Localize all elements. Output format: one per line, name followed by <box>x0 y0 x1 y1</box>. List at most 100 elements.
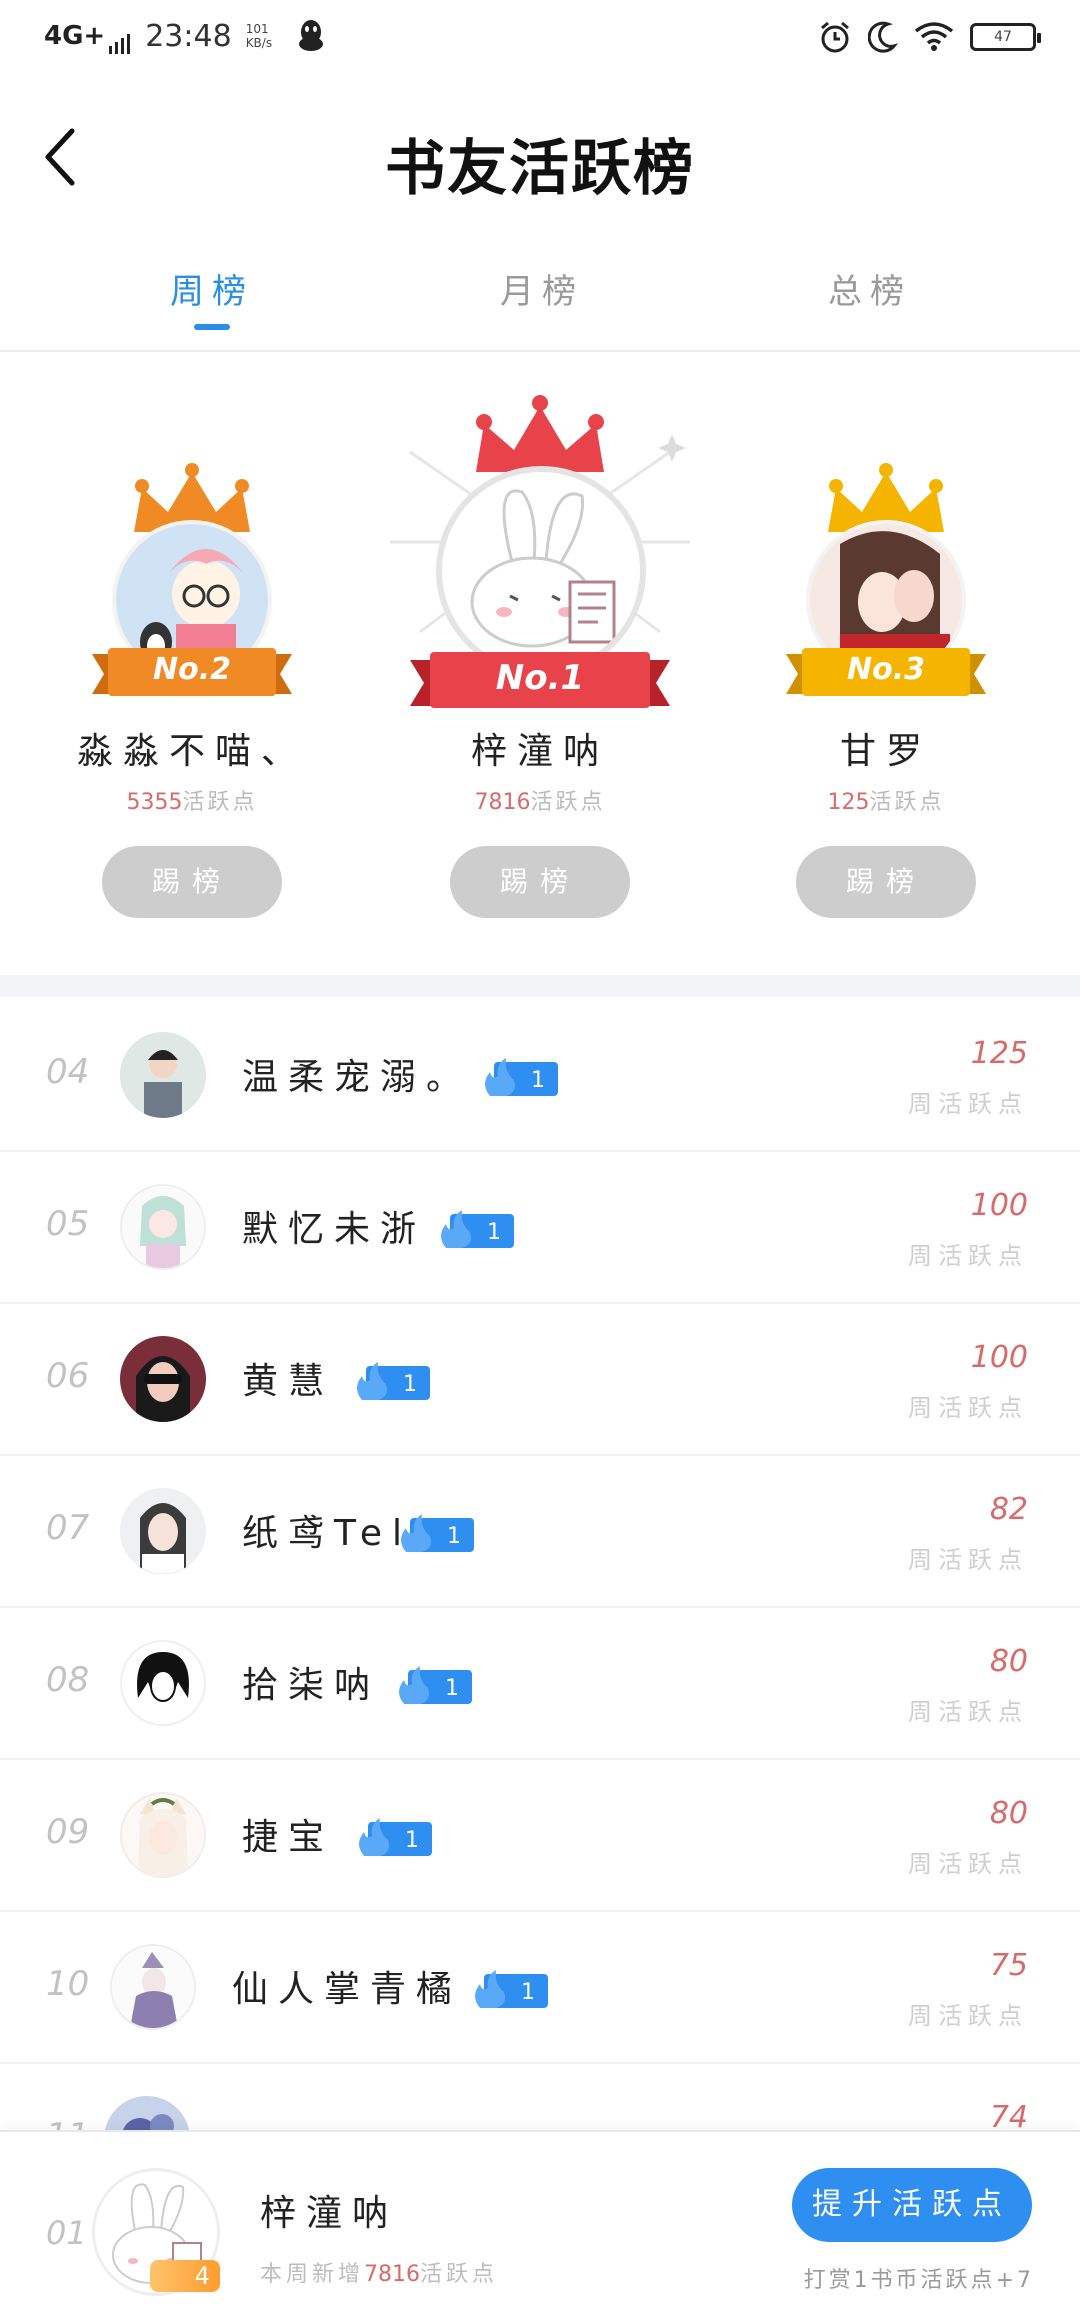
avatar-illustration <box>120 1336 206 1422</box>
avatar[interactable] <box>104 2096 190 2130</box>
podium-avatar[interactable] <box>436 466 646 676</box>
my-level-number: 4 <box>194 2262 210 2290</box>
avatar[interactable] <box>120 1640 206 1726</box>
rank-number: 11 <box>46 2116 89 2130</box>
score-value: 80 <box>989 1796 1028 1831</box>
level-number: 1 <box>521 1980 535 2005</box>
level-badge: 1 <box>485 1058 558 1096</box>
list-item[interactable]: 04 温柔宠溺。 1 125 周活跃点 <box>0 1000 1080 1152</box>
avatar-illustration <box>122 1794 204 1876</box>
podium-name: 甘罗 <box>839 731 932 772</box>
avatar-illustration <box>112 1946 194 2028</box>
list-item[interactable]: 06 黄慧 1 100 周活跃点 <box>0 1304 1080 1456</box>
avatar-illustration <box>120 1488 206 1574</box>
rank-label: No.1 <box>495 658 585 698</box>
rank-number: 05 <box>46 1204 90 1244</box>
podium: No.2 淼淼不喵、 5355活跃点 踢榜 No.1 梓潼呐 7816活跃点 踢… <box>0 352 1080 972</box>
section-divider <box>0 975 1080 997</box>
avatar-illustration <box>122 1642 204 1724</box>
kick-button[interactable]: 踢榜 <box>796 846 976 918</box>
list-item[interactable]: 07 纸鸢Tel 1 82 周活跃点 <box>0 1456 1080 1608</box>
my-gain-suffix: 活跃点 <box>420 2262 499 2287</box>
tab-active-indicator <box>194 324 230 330</box>
boost-hint: 打赏1书币活跃点+7 <box>803 2268 1034 2293</box>
score-value: 100 <box>970 1340 1028 1375</box>
list-item[interactable]: 10 仙人掌青橘 1 75 周活跃点 <box>0 1912 1080 2064</box>
my-level-badge: 4 <box>150 2260 220 2292</box>
my-weekly-gain: 本周新增7816活跃点 <box>260 2256 498 2288</box>
score-label: 周活跃点 <box>908 1090 1028 1118</box>
user-name: 黄慧 <box>242 1361 335 1402</box>
kick-button[interactable]: 踢榜 <box>450 846 630 918</box>
list-item[interactable]: 05 默忆未浙 1 100 周活跃点 <box>0 1152 1080 1304</box>
net-speed-value: 101 <box>245 22 269 36</box>
boost-activity-button[interactable]: 提升活跃点 <box>792 2168 1032 2242</box>
podium-second: No.2 淼淼不喵、 5355活跃点 踢榜 <box>42 352 342 972</box>
avatar[interactable] <box>120 1032 206 1118</box>
podium-score-unit: 活跃点 <box>530 790 606 815</box>
score-label: 周活跃点 <box>908 1850 1028 1878</box>
my-rank-number: 01 <box>46 2214 87 2252</box>
avatar[interactable] <box>120 1792 206 1878</box>
net-speed-unit: KB/s <box>245 36 273 50</box>
level-number: 1 <box>487 1220 501 1245</box>
user-name: 默忆未浙 <box>242 1209 427 1250</box>
tab-monthly[interactable]: 月榜 <box>432 264 652 313</box>
score-label: 周活跃点 <box>908 1546 1028 1574</box>
my-rank-bar: 01 4 梓潼呐 本周新增7816活跃点 提升活跃点 打赏1书币活跃点+7 <box>0 2130 1080 2318</box>
tab-total[interactable]: 总榜 <box>760 264 980 313</box>
ranking-list[interactable]: 04 温柔宠溺。 1 125 周活跃点 05 默忆未浙 1 100 周活跃点 0… <box>0 1000 1080 2130</box>
my-gain-prefix: 本周新增 <box>260 2262 365 2287</box>
level-badge: 1 <box>475 1970 548 2008</box>
tab-weekly[interactable]: 周榜 <box>102 264 322 313</box>
score-label: 周活跃点 <box>908 1698 1028 1726</box>
my-gain-value: 7816 <box>364 2262 421 2287</box>
net-speed: 101 KB/s <box>246 22 282 50</box>
rabbit-avatar-illustration <box>470 489 616 648</box>
clock: 23:48 <box>145 18 232 54</box>
user-name: 纸鸢Tel <box>242 1513 413 1554</box>
avatar[interactable] <box>120 1488 206 1574</box>
level-number: 1 <box>445 1676 459 1701</box>
list-item[interactable]: 11 74 <box>0 2064 1080 2130</box>
podium-score-unit: 活跃点 <box>182 790 258 815</box>
wifi-icon <box>914 22 954 51</box>
rank-number: 09 <box>46 1812 90 1852</box>
rank-label: No.3 <box>847 652 925 687</box>
podium-first: No.1 梓潼呐 7816活跃点 踢榜 <box>390 352 690 972</box>
level-badge: 1 <box>357 1362 430 1400</box>
level-badge: 1 <box>441 1210 514 1248</box>
rank-label: No.2 <box>153 652 231 687</box>
score-value: 82 <box>989 1492 1028 1527</box>
podium-name: 梓潼呐 <box>470 731 609 772</box>
score-label: 周活跃点 <box>908 2002 1028 2030</box>
level-number: 1 <box>403 1372 417 1397</box>
podium-name: 淼淼不喵、 <box>76 731 307 772</box>
score-value: 74 <box>989 2100 1028 2130</box>
qq-icon <box>298 20 323 51</box>
podium-score-unit: 活跃点 <box>869 790 945 815</box>
my-name: 梓潼呐 <box>260 2193 399 2234</box>
kick-button[interactable]: 踢榜 <box>102 846 282 918</box>
list-item[interactable]: 09 捷宝 1 80 周活跃点 <box>0 1760 1080 1912</box>
network-indicator: 4G+ <box>44 21 106 51</box>
level-number: 1 <box>405 1828 419 1853</box>
avatar[interactable] <box>110 1944 196 2030</box>
avatar[interactable] <box>120 1184 206 1270</box>
rank-number: 08 <box>46 1660 90 1700</box>
score-label: 周活跃点 <box>908 1242 1028 1270</box>
list-item[interactable]: 08 拾柒呐 1 80 周活跃点 <box>0 1608 1080 1760</box>
level-number: 1 <box>531 1068 545 1093</box>
score-value: 80 <box>989 1644 1028 1679</box>
signal-icon <box>109 34 131 54</box>
user-name: 拾柒呐 <box>242 1665 381 1706</box>
rank-number: 10 <box>46 1964 90 2004</box>
alarm-icon <box>821 21 849 53</box>
avatar[interactable] <box>120 1336 206 1422</box>
rank-number: 04 <box>46 1052 90 1092</box>
avatar-illustration <box>104 2096 190 2130</box>
header: 书友活跃榜 <box>0 100 1080 220</box>
podium-score-value: 7816 <box>474 790 531 815</box>
podium-score-value: 125 <box>827 790 870 815</box>
level-badge: 1 <box>399 1666 472 1704</box>
